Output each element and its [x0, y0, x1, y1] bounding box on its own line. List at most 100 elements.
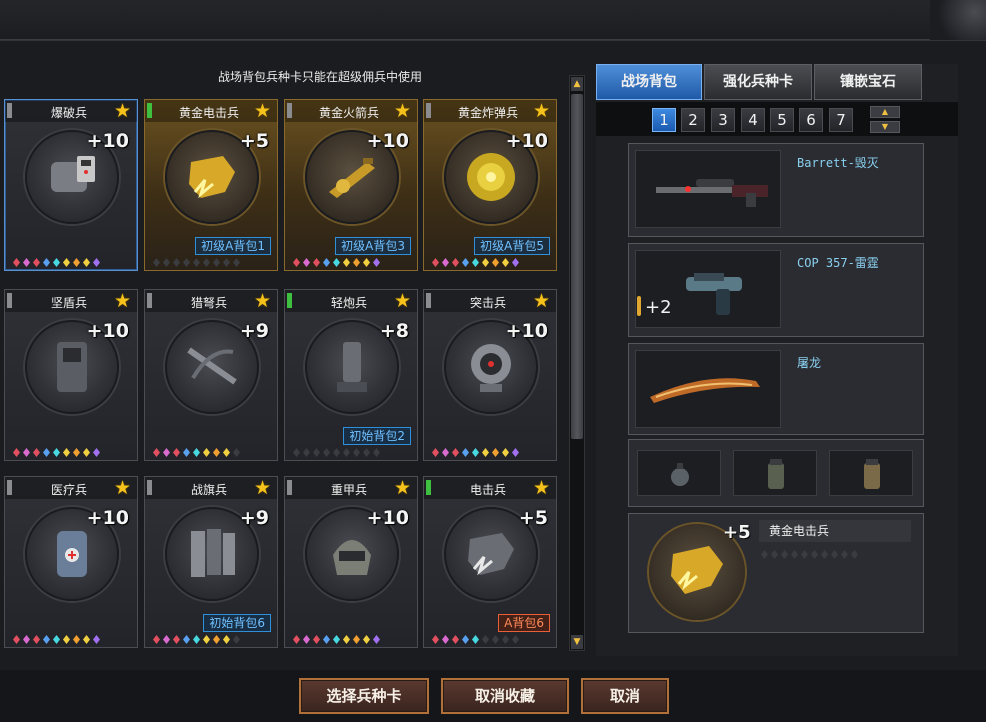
page-button-3[interactable]: 3 — [711, 108, 735, 132]
card-gems — [153, 258, 273, 268]
soldier-card[interactable]: 黄金炸弹兵 ★ +10 初级A背包5 — [423, 99, 557, 271]
gem-icon — [482, 448, 489, 457]
favorite-star-icon[interactable]: ★ — [114, 101, 131, 121]
gem-icon — [213, 448, 220, 457]
throwables-slot — [628, 439, 924, 507]
gem-icon — [333, 258, 340, 267]
gem-icon — [193, 258, 200, 267]
card-gems — [153, 635, 273, 645]
gold-shock-gauntlet-icon — [189, 156, 235, 199]
soldier-card[interactable]: 电击兵 ★ +5 A背包6 — [423, 476, 557, 648]
favorite-star-icon[interactable]: ★ — [114, 478, 131, 498]
gem-icon — [343, 448, 350, 457]
gem-icon — [193, 635, 200, 644]
soldier-card[interactable]: 突击兵 ★ +10 — [423, 289, 557, 461]
gem-icon — [363, 635, 370, 644]
gem-icon — [93, 635, 100, 644]
card-title: 黄金火箭兵 — [318, 106, 379, 120]
gem-icon — [373, 635, 380, 644]
equipped-card-slot[interactable]: +5 黄金电击兵 — [628, 513, 924, 633]
gem-icon — [313, 635, 320, 644]
scroll-down-arrow-icon[interactable]: ▼ — [571, 635, 583, 649]
soldier-card[interactable]: 黄金电击兵 ★ +5 初级A背包1 — [144, 99, 278, 271]
gem-icon — [512, 448, 519, 457]
soldier-card[interactable]: 爆破兵 ★ +10 — [4, 99, 138, 271]
select-card-button[interactable]: 选择兵种卡 — [299, 678, 429, 714]
backpack-tag: 初始背包6 — [203, 614, 271, 632]
flash-grenade-icon[interactable] — [829, 450, 913, 496]
gem-icon — [13, 258, 20, 267]
favorite-star-icon[interactable]: ★ — [533, 291, 550, 311]
gem-icon — [502, 448, 509, 457]
gem-icon — [153, 635, 160, 644]
gem-icon — [353, 258, 360, 267]
favorite-star-icon[interactable]: ★ — [533, 101, 550, 121]
smoke-grenade-icon[interactable] — [733, 450, 817, 496]
armor-helmet-icon — [333, 540, 371, 575]
gem-icon — [173, 635, 180, 644]
card-level-bar — [426, 293, 431, 308]
secondary-weapon-slot[interactable]: +2 COP 357-雷霆 — [628, 243, 924, 337]
page-button-1[interactable]: 1 — [652, 108, 676, 132]
favorite-star-icon[interactable]: ★ — [394, 478, 411, 498]
favorite-star-icon[interactable]: ★ — [394, 291, 411, 311]
tab-enhance-card[interactable]: 强化兵种卡 — [704, 64, 812, 100]
page-down-arrow-icon[interactable]: ▼ — [870, 121, 900, 133]
soldier-card[interactable]: 医疗兵 ★ +10 — [4, 476, 138, 648]
gem-icon — [781, 550, 788, 559]
curved-blade-icon — [635, 350, 781, 428]
page-button-2[interactable]: 2 — [681, 108, 705, 132]
card-gems — [432, 448, 552, 458]
card-title: 电击兵 — [469, 483, 506, 497]
page-up-arrow-icon[interactable]: ▲ — [870, 106, 900, 118]
secondary-weapon-name: COP 357-雷霆 — [797, 256, 879, 270]
tab-inlay-gem[interactable]: 镶嵌宝石 — [814, 64, 922, 100]
melee-weapon-slot[interactable]: 屠龙 — [628, 343, 924, 435]
gem-icon — [313, 258, 320, 267]
gem-icon — [303, 258, 310, 267]
mortar-cannon-icon — [337, 342, 367, 392]
gem-icon — [303, 448, 310, 457]
gem-icon — [771, 550, 778, 559]
card-level-bar — [426, 480, 431, 495]
cancel-favorite-button[interactable]: 取消收藏 — [441, 678, 569, 714]
gem-icon — [53, 448, 60, 457]
soldier-card[interactable]: 轻炮兵 ★ +8 初始背包2 — [284, 289, 418, 461]
cancel-button[interactable]: 取消 — [581, 678, 669, 714]
soldier-card[interactable]: 重甲兵 ★ +10 — [284, 476, 418, 648]
soldier-card[interactable]: 猎弩兵 ★ +9 — [144, 289, 278, 461]
tab-battle-backpack[interactable]: 战场背包 — [596, 64, 702, 100]
gem-icon — [233, 258, 240, 267]
card-gems — [153, 448, 273, 458]
scroll-thumb[interactable] — [571, 94, 583, 439]
soldier-card[interactable]: 黄金火箭兵 ★ +10 初级A背包3 — [284, 99, 418, 271]
top-bar-glow — [930, 0, 986, 40]
favorite-star-icon[interactable]: ★ — [254, 101, 271, 121]
card-grid-scrollbar[interactable]: ▲ ▼ — [569, 75, 585, 651]
card-gems — [293, 258, 413, 268]
gem-icon — [83, 448, 90, 457]
page-button-6[interactable]: 6 — [799, 108, 823, 132]
card-title: 黄金炸弹兵 — [457, 106, 518, 120]
favorite-star-icon[interactable]: ★ — [114, 291, 131, 311]
favorite-star-icon[interactable]: ★ — [394, 101, 411, 121]
page-button-4[interactable]: 4 — [741, 108, 765, 132]
page-button-7[interactable]: 7 — [829, 108, 853, 132]
favorite-star-icon[interactable]: ★ — [533, 478, 550, 498]
favorite-star-icon[interactable]: ★ — [254, 478, 271, 498]
gem-icon — [293, 258, 300, 267]
scroll-up-arrow-icon[interactable]: ▲ — [571, 77, 583, 91]
soldier-card[interactable]: 坚盾兵 ★ +10 — [4, 289, 138, 461]
page-button-5[interactable]: 5 — [770, 108, 794, 132]
gem-icon — [83, 258, 90, 267]
gold-rocket-launcher-icon — [329, 158, 375, 198]
soldier-card[interactable]: 战旗兵 ★ +9 初始背包6 — [144, 476, 278, 648]
grenade-icon[interactable] — [637, 450, 721, 496]
bullet-icon — [637, 296, 641, 316]
primary-weapon-name: Barrett-毁灭 — [797, 156, 879, 170]
primary-weapon-slot[interactable]: Barrett-毁灭 — [628, 143, 924, 237]
gem-icon — [73, 448, 80, 457]
favorite-star-icon[interactable]: ★ — [254, 291, 271, 311]
gem-icon — [63, 635, 70, 644]
card-level-bar — [7, 293, 12, 308]
